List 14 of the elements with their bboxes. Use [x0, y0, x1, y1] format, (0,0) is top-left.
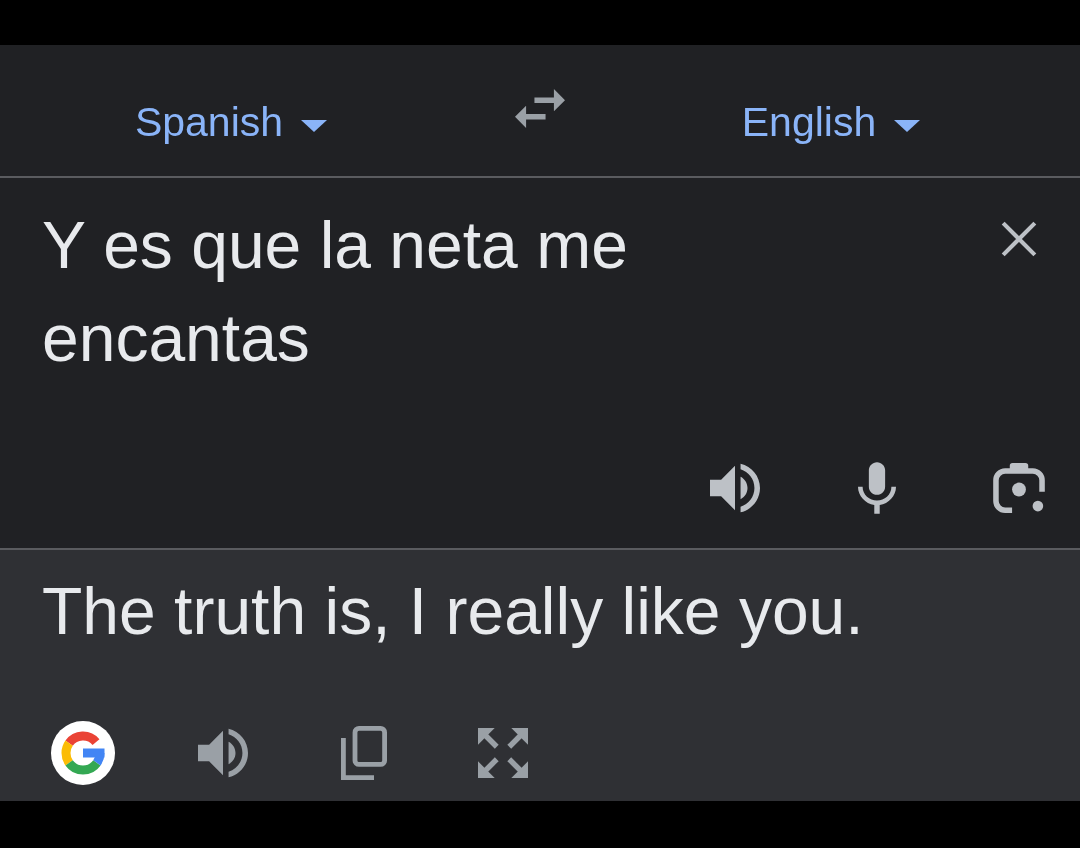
- source-language-button[interactable]: Spanish: [134, 99, 328, 146]
- caret-icon: [894, 119, 921, 132]
- close-icon[interactable]: [1000, 220, 1038, 258]
- copy-icon[interactable]: [339, 726, 387, 780]
- fullscreen-icon[interactable]: [477, 728, 529, 778]
- speaker-icon[interactable]: [198, 728, 248, 778]
- target-language-button[interactable]: English: [741, 99, 921, 146]
- camera-icon[interactable]: [993, 463, 1045, 513]
- microphone-icon[interactable]: [858, 462, 896, 514]
- caret-icon: [301, 119, 328, 132]
- swap-arrows-icon[interactable]: [515, 89, 565, 128]
- g-logo-icon: [51, 721, 115, 785]
- translation-text: The truth is, I really like you.: [41, 573, 865, 650]
- speaker-icon[interactable]: [710, 463, 760, 513]
